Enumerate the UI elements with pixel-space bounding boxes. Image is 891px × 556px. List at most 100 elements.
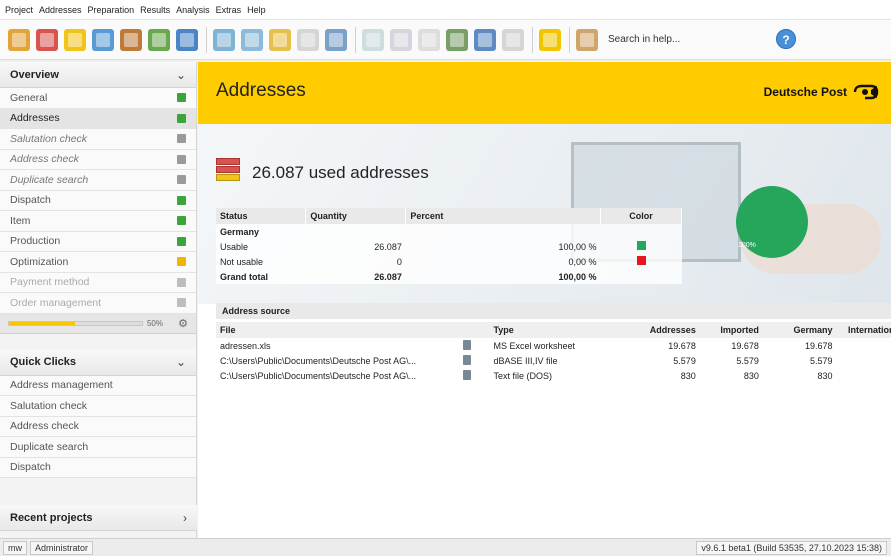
people-icon[interactable] (120, 28, 142, 51)
status-bar: mw Administrator v9.6.1 beta1 (Build 535… (0, 538, 891, 556)
import-icon[interactable] (474, 28, 496, 51)
sidebar-item-dispatch[interactable]: Dispatch (0, 190, 196, 211)
menu-results[interactable]: Results (140, 5, 170, 15)
monitor-icon[interactable] (176, 28, 198, 51)
help-search-icon[interactable] (576, 28, 598, 51)
sidebar-item-salutation-check[interactable]: Salutation check (0, 129, 196, 150)
table-row[interactable]: adressen.xls MS Excel worksheet 19.678 1… (216, 338, 891, 353)
col-percent: Percent (405, 208, 602, 224)
project-icon[interactable] (8, 28, 30, 51)
chevron-down-icon[interactable]: ⌄ (176, 355, 186, 369)
toolbar-separator (532, 26, 533, 53)
pending-icon (177, 134, 186, 144)
status-cell: Not usable (220, 256, 264, 267)
menu-extras[interactable]: Extras (216, 5, 242, 15)
export-icon[interactable] (446, 28, 468, 51)
dispatch-icon[interactable] (148, 28, 170, 51)
main-content: Addresses Deutsche Post 26.087 used addr… (198, 62, 891, 538)
percent-cell: 100,00 % (558, 271, 597, 282)
pie-label: 100% (738, 242, 756, 249)
print-icon[interactable] (418, 28, 440, 51)
status-version: v9.6.1 beta1 (Build 53535, 27.10.2023 15… (696, 541, 887, 555)
sidebar-item-order-management[interactable]: Order management (0, 293, 196, 314)
quick-clicks-title: Quick Clicks (10, 356, 77, 368)
addresses-cell: 19.678 (668, 340, 696, 351)
address-source-title: Address source (216, 303, 891, 319)
sidebar-item-item[interactable]: Item (0, 211, 196, 232)
table-row[interactable]: C:\Users\Public\Documents\Deutsche Post … (216, 353, 891, 368)
chevron-down-icon[interactable]: ⌄ (176, 68, 186, 82)
grid-icon[interactable] (390, 28, 412, 51)
menu-addresses[interactable]: Addresses (39, 5, 82, 15)
germany-cell: 830 (817, 370, 833, 381)
section-label: Germany (220, 226, 260, 237)
col-file: File (216, 322, 446, 338)
sidebar: Overview ⌄ General Addresses Salutation … (0, 62, 197, 538)
pending-icon (177, 175, 186, 185)
sidebar-item-label: Payment method (10, 276, 90, 289)
sidebar-item-address-check[interactable]: Address check (0, 149, 196, 170)
col-type: Type (489, 322, 627, 338)
help-icon[interactable]: ? (776, 29, 796, 49)
quick-clicks-header[interactable]: Quick Clicks ⌄ (0, 349, 196, 376)
overview-header[interactable]: Overview ⌄ (0, 62, 196, 88)
salutation-icon[interactable] (92, 28, 114, 51)
col-color: Color (600, 208, 682, 224)
address-source-table: File Type Addresses Imported Germany Int… (216, 322, 891, 383)
recent-projects-header[interactable]: Recent projects › (0, 505, 197, 531)
clipboard-icon[interactable] (325, 28, 347, 51)
progress-bar (8, 320, 143, 326)
chevron-right-icon[interactable]: › (183, 511, 187, 525)
used-addresses-text: 26.087 used addresses (252, 163, 429, 182)
check-icon (177, 113, 186, 123)
quick-click-dispatch[interactable]: Dispatch (0, 457, 196, 478)
post-icon[interactable] (539, 28, 561, 51)
type-cell: dBASE III,IV file (493, 355, 558, 366)
document-disabled-icon[interactable] (297, 28, 319, 51)
address-list-icon[interactable] (36, 28, 58, 51)
sidebar-item-general[interactable]: General (0, 88, 196, 109)
header-banner: Addresses Deutsche Post (198, 62, 891, 124)
quantity-cell: 26.087 (374, 271, 402, 282)
status-cell: Grand total (220, 271, 269, 282)
document-star-icon[interactable] (269, 28, 291, 51)
international-cell: 0 (837, 368, 891, 383)
menu-project[interactable]: Project (5, 5, 33, 15)
address-stack-icon (216, 158, 242, 188)
sidebar-item-duplicate-search[interactable]: Duplicate search (0, 170, 196, 191)
sidebar-item-payment-method[interactable]: Payment method (0, 272, 196, 293)
address-status-table: Status Quantity Percent Color Germany Us… (216, 208, 682, 284)
file-cell: adressen.xls (220, 340, 271, 351)
toolbar: Search in help... (0, 20, 891, 60)
quick-click-salutation-check[interactable]: Salutation check (0, 396, 196, 417)
sidebar-item-addresses[interactable]: Addresses (0, 108, 196, 129)
quick-click-address-check[interactable]: Address check (0, 416, 196, 437)
archive-icon[interactable] (502, 28, 524, 51)
menu-help[interactable]: Help (247, 5, 266, 15)
sidebar-item-label: Item (10, 214, 31, 227)
quick-click-address-management[interactable]: Address management (0, 375, 196, 396)
gear-icon[interactable]: ⚙ (178, 317, 188, 330)
search-help-label[interactable]: Search in help... (608, 34, 680, 45)
international-cell: 0 (837, 338, 891, 353)
menu-analysis[interactable]: Analysis (176, 5, 210, 15)
trash-icon[interactable] (463, 339, 472, 350)
sidebar-item-production[interactable]: Production (0, 231, 196, 252)
quick-click-duplicate-search[interactable]: Duplicate search (0, 437, 196, 458)
trash-icon[interactable] (463, 369, 472, 380)
recent-projects-title: Recent projects (10, 511, 93, 524)
type-cell: Text file (DOS) (493, 370, 552, 381)
menu-preparation[interactable]: Preparation (88, 5, 135, 15)
pen-icon[interactable] (64, 28, 86, 51)
table-icon[interactable] (362, 28, 384, 51)
status-user-code: mw (3, 540, 27, 555)
sidebar-item-optimization[interactable]: Optimization (0, 252, 196, 273)
col-action (445, 322, 490, 338)
document-check-icon[interactable] (213, 28, 235, 51)
document-edit-icon[interactable] (241, 28, 263, 51)
table-row[interactable]: C:\Users\Public\Documents\Deutsche Post … (216, 368, 891, 383)
imported-cell: 19.678 (731, 340, 759, 351)
addresses-cell: 5.579 (673, 355, 696, 366)
trash-icon[interactable] (463, 354, 472, 365)
status-user-role: Administrator (30, 540, 94, 555)
